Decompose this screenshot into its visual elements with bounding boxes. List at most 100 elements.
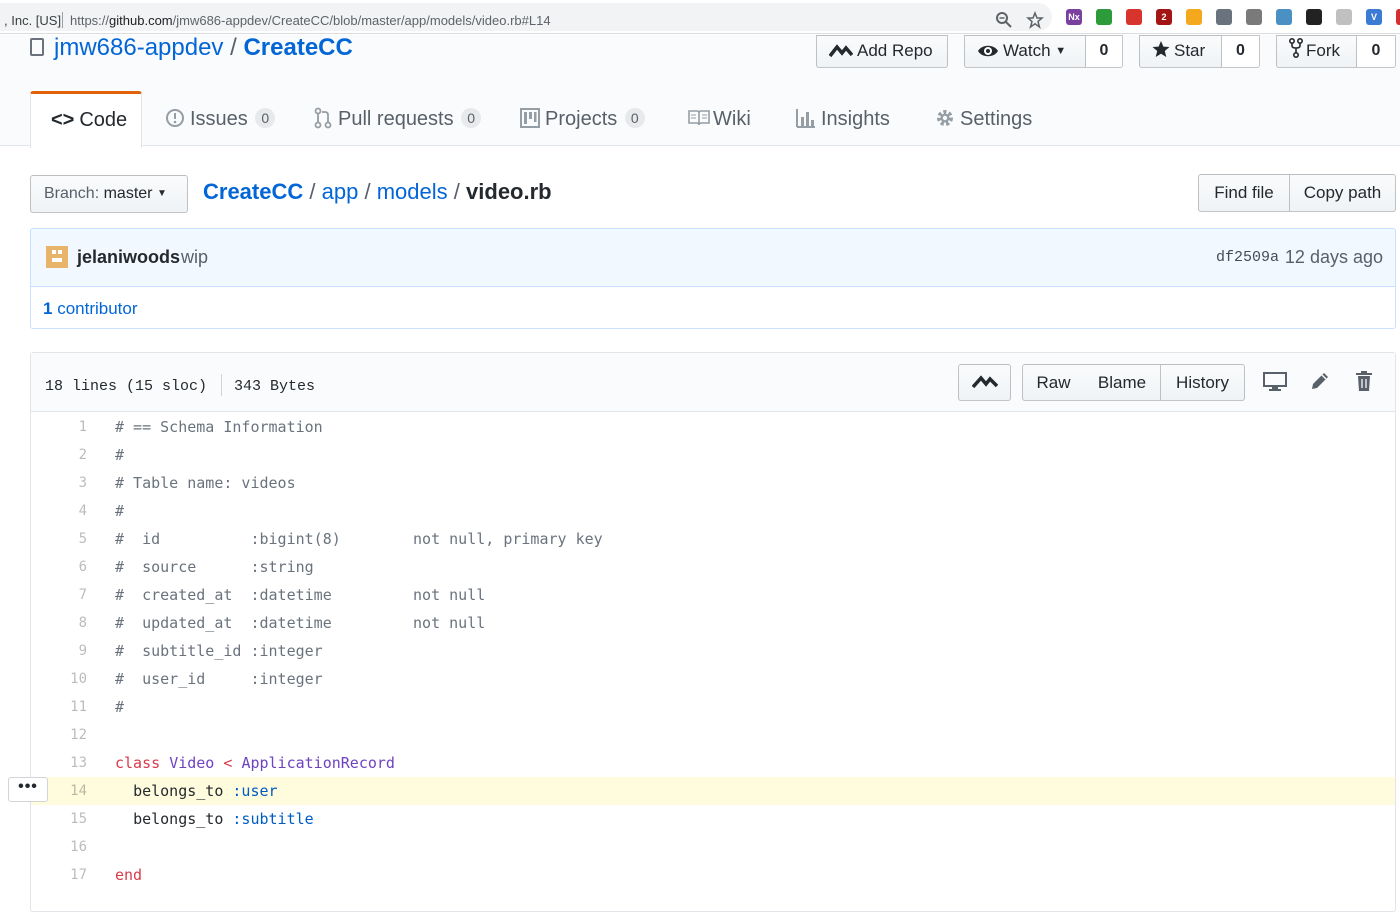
watch-count[interactable]: 0 [1086, 35, 1123, 68]
commit-message-link[interactable]: wip [181, 247, 208, 268]
file-viewer: 18 lines (15 sloc) 343 Bytes Raw Blame Hi… [30, 352, 1396, 912]
red-corner-ext-icon[interactable] [1396, 9, 1400, 25]
code-token: Video [169, 754, 215, 772]
star-button[interactable]: Star [1139, 35, 1222, 68]
breadcrumb-app-link[interactable]: app [322, 179, 359, 204]
tab-wiki[interactable]: Wiki [688, 91, 751, 146]
zenhub-file-button[interactable] [958, 364, 1011, 401]
line-number[interactable]: 9 [31, 637, 87, 665]
github-ext-icon[interactable] [1216, 9, 1232, 25]
tab-insights[interactable]: Insights [796, 91, 890, 146]
find-file-button[interactable]: Find file [1198, 174, 1290, 212]
copy-path-button[interactable]: Copy path [1289, 174, 1396, 212]
desktop-icon[interactable] [1262, 370, 1288, 396]
pencil-icon[interactable] [1309, 370, 1335, 396]
zoom-icon[interactable] [995, 11, 1013, 29]
eye-icon [977, 43, 999, 59]
line-number[interactable]: 17 [31, 861, 87, 889]
repo-owner-link[interactable]: jmw686-appdev [54, 34, 223, 61]
line-actions-button[interactable]: ••• [8, 777, 48, 802]
url-text[interactable]: https://github.com/jmw686-appdev/CreateC… [70, 13, 551, 28]
commit-author-link[interactable]: jelaniwoods [77, 247, 180, 268]
raw-button[interactable]: Raw [1022, 364, 1085, 401]
zenhub-ext-icon[interactable] [1306, 9, 1322, 25]
fork-button[interactable]: Fork [1276, 35, 1357, 68]
code-token: # == Schema Information [115, 418, 323, 436]
breadcrumb-file-name: video.rb [466, 179, 552, 204]
red-ext-icon[interactable] [1126, 9, 1142, 25]
history-button[interactable]: History [1160, 364, 1245, 401]
ublock-ext-icon[interactable]: 2 [1156, 9, 1172, 25]
commit-sha-link[interactable]: df2509a [1216, 249, 1279, 266]
repo-title: jmw686-appdev / CreateCC [54, 34, 353, 62]
breadcrumb-models-link[interactable]: models [377, 179, 448, 204]
onenote-ext-icon[interactable]: Nx [1066, 9, 1082, 25]
repo-name-link[interactable]: CreateCC [243, 34, 352, 61]
breadcrumb-root-link[interactable]: CreateCC [203, 179, 303, 204]
tab-code-label: Code [79, 109, 128, 131]
code-token: belongs_to [133, 810, 224, 828]
trash-icon[interactable] [1354, 370, 1380, 396]
green-ext-icon[interactable] [1096, 9, 1112, 25]
gear-icon [935, 91, 955, 147]
omnibox[interactable]: , Inc. [US] https://github.com/jmw686-ap… [0, 3, 1052, 31]
git-pull-request-icon [313, 91, 333, 147]
v-ext-icon[interactable]: V [1366, 9, 1382, 25]
add-repo-button[interactable]: Add Repo [816, 35, 948, 68]
line-number[interactable]: 7 [31, 581, 87, 609]
line-number[interactable]: 15 [31, 805, 87, 833]
line-content: # [115, 693, 124, 721]
tab-insights-label: Insights [821, 108, 890, 130]
tab-wiki-label: Wiki [713, 108, 751, 130]
line-number[interactable]: 11 [31, 693, 87, 721]
cloud-ext-icon[interactable] [1246, 9, 1262, 25]
gray-ext-icon[interactable] [1336, 9, 1352, 25]
colorful-ext-icon[interactable] [1186, 9, 1202, 25]
code-token: # [115, 698, 125, 716]
fork-count[interactable]: 0 [1357, 35, 1396, 68]
line-number[interactable]: 6 [31, 553, 87, 581]
line-number[interactable]: 16 [31, 833, 87, 861]
code-token: :subtitle [232, 810, 314, 828]
line-content: # user_id :integer [115, 665, 323, 693]
line-number[interactable]: 10 [31, 665, 87, 693]
line-number[interactable]: 2 [31, 441, 87, 469]
browser-address-bar: , Inc. [US] https://github.com/jmw686-ap… [0, 0, 1400, 34]
line-content: end [115, 861, 142, 889]
blame-button[interactable]: Blame [1084, 364, 1161, 401]
breadcrumb-separator: / [453, 179, 460, 204]
tab-settings[interactable]: Settings [935, 91, 1032, 146]
code-token: # [115, 502, 125, 520]
code-line: 3 # Table name: videos [31, 469, 1395, 497]
code-line: 9 # subtitle_id :integer [31, 637, 1395, 665]
tab-pull-requests[interactable]: Pull requests 0 [313, 91, 481, 146]
line-number[interactable]: 3 [31, 469, 87, 497]
code-token: ApplicationRecord [241, 754, 395, 772]
tab-issues[interactable]: Issues 0 [165, 91, 276, 146]
line-number[interactable]: 4 [31, 497, 87, 525]
search-ext-icon[interactable] [1276, 9, 1292, 25]
line-number[interactable]: 5 [31, 525, 87, 553]
watch-button[interactable]: Watch ▼ [964, 35, 1086, 68]
line-content: # source :string [115, 553, 314, 581]
code-line: 5 # id :bigint(8) not null, primary key [31, 525, 1395, 553]
contributors-link[interactable]: 1 contributor [43, 299, 138, 319]
branch-select-button[interactable]: Branch: master ▼ [30, 175, 188, 213]
line-number[interactable]: 12 [31, 721, 87, 749]
avatar[interactable] [46, 246, 68, 268]
line-number[interactable]: 1 [31, 413, 87, 441]
repo-book-icon [30, 38, 44, 56]
code-token: # Table name: videos [115, 474, 296, 492]
tab-projects[interactable]: Projects 0 [520, 91, 645, 146]
code-line: 4 # [31, 497, 1395, 525]
line-number[interactable]: 8 [31, 609, 87, 637]
code-line: 2 # [31, 441, 1395, 469]
tab-code[interactable]: <> Code [30, 91, 142, 148]
line-number[interactable]: 13 [31, 749, 87, 777]
line-content: # subtitle_id :integer [115, 637, 323, 665]
contributors-label: contributor [57, 299, 138, 318]
chevron-down-icon: ▼ [1055, 45, 1067, 57]
bookmark-star-icon[interactable] [1026, 11, 1044, 29]
star-count[interactable]: 0 [1222, 35, 1260, 68]
code-token: :user [232, 782, 278, 800]
